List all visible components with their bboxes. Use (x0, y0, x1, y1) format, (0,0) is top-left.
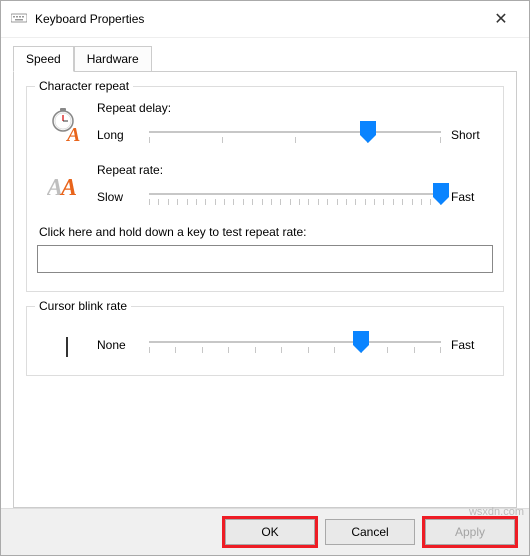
character-repeat-group: Character repeat A Repeat delay: (26, 86, 504, 292)
repeat-delay-slider[interactable] (149, 123, 441, 147)
slider-max-label: Fast (451, 190, 493, 204)
cursor-blink-slider[interactable] (149, 333, 441, 357)
close-button[interactable]: ✕ (481, 9, 521, 29)
test-repeat-label: Click here and hold down a key to test r… (39, 225, 491, 239)
apply-button[interactable]: Apply (425, 519, 515, 545)
cursor-blink-group: Cursor blink rate None (26, 306, 504, 376)
keyboard-icon (11, 12, 27, 27)
repeat-rate-label: Repeat rate: (97, 163, 493, 177)
group-label: Cursor blink rate (35, 299, 131, 313)
repeat-delay-label: Repeat delay: (97, 101, 493, 115)
slider-max-label: Short (451, 128, 493, 142)
repeat-rate-row: A A Repeat rate: Slow (37, 163, 493, 209)
tabs: Speed Hardware (13, 46, 517, 72)
slider-min-label: None (97, 338, 139, 352)
group-label: Character repeat (35, 79, 133, 93)
tab-hardware[interactable]: Hardware (74, 46, 152, 72)
repeat-rate-slider[interactable] (149, 185, 441, 209)
window-title: Keyboard Properties (35, 12, 481, 26)
tab-speed[interactable]: Speed (13, 46, 74, 72)
blink-cursor-icon (37, 321, 97, 357)
dialog-buttons: OK Cancel Apply (1, 508, 529, 555)
svg-text:A: A (65, 124, 80, 143)
test-repeat-input[interactable] (37, 245, 493, 273)
keyboard-properties-window: Keyboard Properties ✕ Speed Hardware Cha… (0, 0, 530, 556)
repeat-delay-icon: A (37, 101, 97, 143)
repeat-delay-row: A Repeat delay: Long Sh (37, 101, 493, 147)
titlebar: Keyboard Properties ✕ (1, 1, 529, 38)
ok-button[interactable]: OK (225, 519, 315, 545)
slider-min-label: Slow (97, 190, 139, 204)
slider-max-label: Fast (451, 338, 493, 352)
svg-text:A: A (59, 175, 77, 201)
slider-min-label: Long (97, 128, 139, 142)
cancel-button[interactable]: Cancel (325, 519, 415, 545)
repeat-rate-icon: A A (37, 163, 97, 203)
tab-content: Character repeat A Repeat delay: (13, 71, 517, 508)
cursor-blink-row: None Fast (37, 321, 493, 357)
